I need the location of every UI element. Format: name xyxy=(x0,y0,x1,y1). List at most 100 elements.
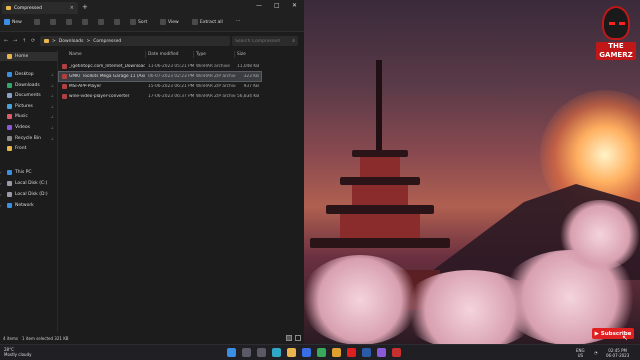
new-button[interactable]: New xyxy=(4,19,22,25)
mail-icon[interactable] xyxy=(332,348,341,357)
nav-item-local-disk-c[interactable]: › Local Disk (C:) xyxy=(0,179,58,188)
pin-icon[interactable]: ⊥ xyxy=(51,93,54,98)
column-divider[interactable] xyxy=(234,51,235,58)
file-row[interactable]: wine-video-player-converter 17-06-2023 06… xyxy=(59,92,261,101)
nav-item-this-pc[interactable]: › This PC xyxy=(0,168,58,177)
browser-icon[interactable] xyxy=(392,348,401,357)
status-bar: 4 items 1 item selected 321 KB xyxy=(0,332,304,344)
nav-item-recycle-bin[interactable]: Recycle Bin ⊥ xyxy=(0,134,58,143)
store-icon[interactable] xyxy=(302,348,311,357)
copy-icon[interactable] xyxy=(50,19,56,25)
pagoda-roof xyxy=(352,150,408,157)
column-header-size[interactable]: Size xyxy=(237,52,246,57)
sort-button[interactable]: Sort xyxy=(130,19,147,25)
nav-item-desktop[interactable]: Desktop ⊥ xyxy=(0,70,58,79)
pagoda-spire xyxy=(376,60,382,152)
cut-icon[interactable] xyxy=(34,19,40,25)
drive-icon xyxy=(7,181,12,186)
nav-item-pictures[interactable]: Pictures ⊥ xyxy=(0,102,58,111)
nav-item-network[interactable]: › Network xyxy=(0,201,58,210)
details-view-button[interactable] xyxy=(286,335,292,341)
search-icon[interactable] xyxy=(242,348,251,357)
archive-icon xyxy=(62,84,67,89)
clock-date: 06-07-2023 xyxy=(606,353,630,358)
column-header-date[interactable]: Date modified xyxy=(148,52,178,57)
youtube-icon[interactable] xyxy=(347,348,356,357)
maximize-button[interactable]: □ xyxy=(274,2,280,9)
up-icon[interactable]: ↑ xyxy=(22,38,26,44)
file-row[interactable]: MSI-APP-Player 15-06-2023 06:21 PM WinRAR … xyxy=(59,82,261,91)
archive-icon xyxy=(62,64,67,69)
address-bar[interactable]: > Downloads > Compressed xyxy=(40,36,230,46)
app-icon[interactable] xyxy=(377,348,386,357)
task-view-icon[interactable] xyxy=(257,348,266,357)
pagoda-tier xyxy=(340,214,420,238)
breadcrumb-downloads[interactable]: Downloads xyxy=(59,39,84,44)
clock[interactable]: 02:45 PM 06-07-2023 xyxy=(606,348,629,358)
rename-icon[interactable] xyxy=(82,19,88,25)
share-icon[interactable] xyxy=(98,19,104,25)
folder-icon xyxy=(44,39,49,43)
nav-item-videos[interactable]: Videos ⊥ xyxy=(0,123,58,132)
nav-label: Local Disk (D:) xyxy=(15,192,48,197)
view-button[interactable]: View xyxy=(160,19,179,25)
nav-item-home[interactable]: Home xyxy=(0,52,58,61)
search-icon[interactable]: ⌕ xyxy=(292,38,295,44)
column-divider[interactable] xyxy=(193,51,194,58)
delete-icon[interactable] xyxy=(114,19,120,25)
explorer-icon[interactable] xyxy=(287,348,296,357)
tab-close-icon[interactable]: × xyxy=(70,5,74,11)
photoshop-icon[interactable] xyxy=(362,348,371,357)
nav-item-documents[interactable]: Documents ⊥ xyxy=(0,91,58,100)
back-icon[interactable]: ← xyxy=(4,38,8,44)
column-divider[interactable] xyxy=(145,51,146,58)
nav-label: Network xyxy=(15,203,34,208)
file-row[interactable]: GMKT Toolkits Mega Garage 11 (Axiom...06… xyxy=(58,71,262,82)
edge-icon[interactable] xyxy=(272,348,281,357)
tab-compressed[interactable]: Compressed × xyxy=(2,2,78,14)
cherry-blossom xyxy=(560,200,640,270)
folder-icon xyxy=(7,82,12,88)
pin-icon[interactable]: ⊥ xyxy=(51,114,54,119)
pin-icon[interactable]: ⊥ xyxy=(51,83,54,88)
folder-icon xyxy=(7,114,12,120)
start-icon[interactable] xyxy=(227,348,236,357)
pin-icon[interactable]: ⊥ xyxy=(51,72,54,77)
nav-item-downloads[interactable]: Downloads ⊥ xyxy=(0,81,58,90)
folder-icon xyxy=(7,72,12,77)
minimize-button[interactable]: — xyxy=(256,2,262,9)
nav-item-front[interactable]: Front xyxy=(0,144,58,153)
search-box[interactable]: ⌕ xyxy=(232,36,298,46)
column-header-type[interactable]: Type xyxy=(196,52,206,57)
wifi-icon[interactable]: ◔ xyxy=(594,350,598,355)
file-row[interactable]: _igetintopc.com_Internet_Download_Ma...1… xyxy=(59,62,261,71)
refresh-icon[interactable]: ⟳ xyxy=(31,38,35,44)
selection-info: 1 item selected 321 KB xyxy=(22,336,69,341)
forward-icon[interactable]: → xyxy=(13,38,17,44)
breadcrumb-compressed[interactable]: Compressed xyxy=(93,39,121,44)
nav-label: Recycle Bin xyxy=(15,135,41,141)
new-label: New xyxy=(12,19,22,25)
pagoda-roof xyxy=(310,238,450,248)
pin-icon[interactable]: ⊥ xyxy=(51,125,54,130)
taskbar: 28°C Mostly cloudy ENG US ◔ 02:45 PM 06-… xyxy=(0,344,640,360)
language-indicator[interactable]: ENG US xyxy=(576,348,585,358)
computer-icon xyxy=(7,170,12,175)
close-button[interactable]: ✕ xyxy=(292,2,297,9)
new-tab-button[interactable]: + xyxy=(82,3,88,11)
nav-item-local-disk-d[interactable]: › Local Disk (D:) xyxy=(0,190,58,199)
file-size: 937 KB xyxy=(243,84,259,89)
nav-item-music[interactable]: Music ⊥ xyxy=(0,112,58,121)
more-options-button[interactable]: ··· xyxy=(236,19,240,24)
chrome-icon[interactable] xyxy=(317,348,326,357)
extract-all-label: Extract all xyxy=(200,19,223,25)
paste-icon[interactable] xyxy=(66,19,72,25)
nav-label: Desktop xyxy=(15,72,34,77)
extract-all-button[interactable]: Extract all xyxy=(192,19,223,25)
weather-widget[interactable]: 28°C Mostly cloudy xyxy=(4,347,32,357)
tiles-view-button[interactable] xyxy=(295,335,301,341)
column-header-name[interactable]: Name xyxy=(69,52,82,57)
pin-icon[interactable]: ⊥ xyxy=(51,104,54,109)
pin-icon[interactable]: ⊥ xyxy=(51,136,54,141)
search-input[interactable] xyxy=(235,38,289,44)
